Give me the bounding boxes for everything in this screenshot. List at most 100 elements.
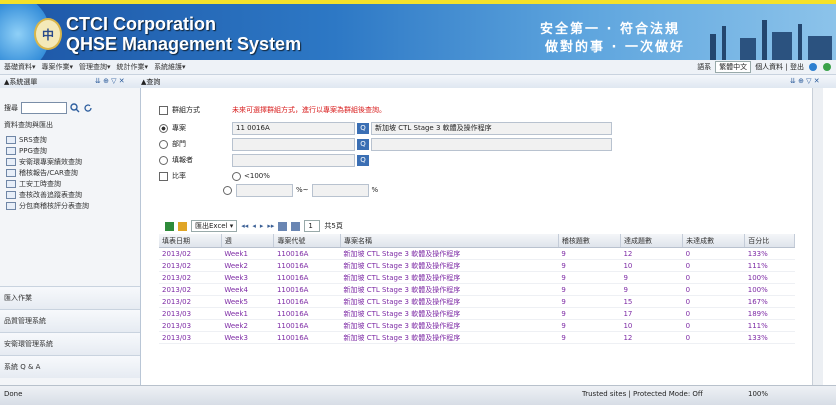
- status-text: Done: [4, 390, 23, 398]
- menu-item-basic[interactable]: 基礎資料▾: [4, 62, 36, 72]
- table-row[interactable]: 2013/02 Week5 110016A 新加坡 CTL Stage 3 軟體及操作…: [159, 295, 795, 308]
- table-cell: 0: [682, 271, 745, 284]
- sidebar-bottom-sections: 匯入作業 品質管理系統 安衛環管理系統 系統 Q & A: [0, 286, 140, 378]
- sidebar-section-import[interactable]: 匯入作業: [0, 286, 140, 309]
- col-project-code[interactable]: 專案代號: [273, 234, 342, 248]
- table-row[interactable]: 2013/02 Week1 110016A 新加坡 CTL Stage 3 軟體及操作…: [159, 247, 795, 260]
- table-row[interactable]: 2013/03 Week2 110016A 新加坡 CTL Stage 3 軟體及操作…: [159, 319, 795, 332]
- main-scrollbar[interactable]: [812, 88, 823, 385]
- user-links[interactable]: 個人資料 | 登出: [755, 62, 804, 72]
- page-input[interactable]: 1: [304, 220, 321, 232]
- table-cell: 9: [558, 271, 621, 284]
- excel-icon[interactable]: [165, 221, 174, 231]
- first-page-icon[interactable]: ◂◂: [241, 222, 248, 230]
- person-code-field[interactable]: [232, 153, 355, 167]
- table-cell: 0: [682, 331, 745, 344]
- prev-page-icon[interactable]: ◂: [252, 222, 256, 230]
- person-lookup-icon[interactable]: Q: [357, 154, 369, 166]
- menu-item-project[interactable]: 專案作業▾: [42, 62, 74, 72]
- results-table: 填表日期 週 專案代號 專案名稱 稽核題數 達成題數 未達成數 百分比 2013…: [159, 234, 795, 374]
- menu-item-stats[interactable]: 統計作業▾: [117, 62, 149, 72]
- ratio-max-field[interactable]: [311, 183, 369, 197]
- table-cell: 0: [682, 295, 745, 308]
- ratio-checkbox[interactable]: [159, 171, 168, 181]
- table-cell: 0: [682, 247, 745, 260]
- next-page-icon[interactable]: ▸: [260, 222, 264, 230]
- table-cell: 新加坡 CTL Stage 3 軟體及操作程序: [340, 307, 559, 320]
- search-icon[interactable]: [70, 103, 80, 113]
- dept-code-field[interactable]: [232, 137, 355, 151]
- main-header-label[interactable]: ▲查詢: [141, 77, 160, 87]
- ratio-range-row: %~ %: [223, 183, 378, 197]
- sidebar-tool-icons[interactable]: ⇊ ⊕ ▽ ✕: [95, 77, 125, 85]
- search-label: 搜尋: [4, 104, 18, 112]
- folder-icon: [6, 179, 16, 188]
- col-not-achieved[interactable]: 未達成數: [682, 234, 746, 248]
- sidebar-section-quality[interactable]: 品質管理系統: [0, 309, 140, 332]
- sidebar-item-subcontractor[interactable]: 分包商稽核評分表查詢: [6, 200, 89, 211]
- ratio-range-radio[interactable]: [223, 185, 232, 195]
- table-row[interactable]: 2013/03 Week1 110016A 新加坡 CTL Stage 3 軟體及操作…: [159, 307, 795, 320]
- table-cell: 10: [620, 259, 683, 272]
- col-week[interactable]: 週: [221, 234, 275, 248]
- sidebar-item-tracking[interactable]: 查核改善追蹤表查詢: [6, 189, 89, 200]
- table-cell: 新加坡 CTL Stage 3 軟體及操作程序: [340, 271, 559, 284]
- export-select[interactable]: 匯出Excel ▾: [191, 220, 238, 232]
- dept-radio[interactable]: [159, 139, 168, 149]
- mode-checkbox[interactable]: [159, 105, 168, 115]
- table-cell: 110016A: [273, 247, 341, 260]
- sidebar-item-srs[interactable]: SRS查詢: [6, 134, 89, 145]
- dept-label: 部門: [172, 140, 186, 148]
- sidebar-section-hse[interactable]: 安衛環管理系統: [0, 332, 140, 355]
- dept-lookup-icon[interactable]: Q: [357, 138, 369, 150]
- table-cell: 2013/02: [159, 295, 222, 308]
- table-cell: 12: [620, 247, 683, 260]
- project-radio[interactable]: [159, 123, 168, 133]
- table-cell: 9: [558, 307, 621, 320]
- project-code-field[interactable]: 11 0016A: [232, 121, 355, 135]
- col-achieved[interactable]: 達成題數: [620, 234, 684, 248]
- project-lookup-icon[interactable]: Q: [357, 122, 369, 134]
- table-cell: 100%: [744, 271, 795, 284]
- export-icon[interactable]: [178, 221, 187, 231]
- table-cell: 9: [558, 247, 621, 260]
- result-toolbar: 匯出Excel ▾ ◂◂ ◂ ▸ ▸▸ 1 共5頁: [165, 220, 343, 232]
- sidebar-header-label[interactable]: ▲系統選單: [4, 77, 37, 87]
- last-page-icon[interactable]: ▸▸: [267, 222, 274, 230]
- ratio-min-field[interactable]: [236, 183, 293, 197]
- table-cell: 9: [558, 283, 621, 296]
- col-audit-count[interactable]: 稽核題數: [558, 234, 621, 248]
- refresh-icon[interactable]: [822, 62, 832, 72]
- sidebar: 搜尋 資料查詢與匯出 SRS查詢 PPG查詢 安衛環專案績效查詢 稽核報告/CA…: [0, 88, 141, 385]
- table-row[interactable]: 2013/02 Week2 110016A 新加坡 CTL Stage 3 軟體及操作…: [159, 259, 795, 272]
- col-percent[interactable]: 百分比: [744, 234, 795, 248]
- table-cell: 110016A: [273, 259, 341, 272]
- person-radio[interactable]: [159, 155, 168, 165]
- sidebar-section-qa[interactable]: 系統 Q & A: [0, 355, 140, 378]
- table-cell: 110016A: [273, 295, 341, 308]
- menu-item-query[interactable]: 管理查詢▾: [79, 62, 111, 72]
- table-row[interactable]: 2013/02 Week3 110016A 新加坡 CTL Stage 3 軟體及操作…: [159, 271, 795, 284]
- refresh-icon[interactable]: [83, 103, 93, 113]
- main-tool-icons[interactable]: ⇊ ⊕ ▽ ✕: [790, 77, 820, 85]
- help-icon[interactable]: [808, 62, 818, 72]
- sidebar-item-hours[interactable]: 工安工時查詢: [6, 178, 89, 189]
- table-cell: Week1: [221, 247, 274, 260]
- search-input[interactable]: [21, 102, 67, 114]
- grid-icon[interactable]: [278, 221, 288, 231]
- col-project-name[interactable]: 專案名稱: [340, 234, 559, 248]
- sidebar-item-audit[interactable]: 稽核報告/CAR查詢: [6, 167, 89, 178]
- folder-icon: [6, 201, 16, 210]
- table-cell: 10: [620, 319, 683, 332]
- zoom-level[interactable]: 100%: [748, 390, 768, 398]
- sidebar-item-ppg[interactable]: PPG查詢: [6, 145, 89, 156]
- table-row[interactable]: 2013/03 Week3 110016A 新加坡 CTL Stage 3 軟體及操作…: [159, 331, 795, 344]
- table-row[interactable]: 2013/02 Week4 110016A 新加坡 CTL Stage 3 軟體及操作…: [159, 283, 795, 296]
- dept-row: 部門 Q: [159, 137, 612, 151]
- grid-icon[interactable]: [291, 221, 301, 231]
- menu-item-system[interactable]: 系統維護▾: [154, 62, 186, 72]
- ratio-lt100-radio[interactable]: [232, 171, 241, 181]
- sidebar-item-performance[interactable]: 安衛環專案績效查詢: [6, 156, 89, 167]
- language-select[interactable]: 繁體中文: [715, 61, 752, 73]
- col-date[interactable]: 填表日期: [159, 234, 222, 248]
